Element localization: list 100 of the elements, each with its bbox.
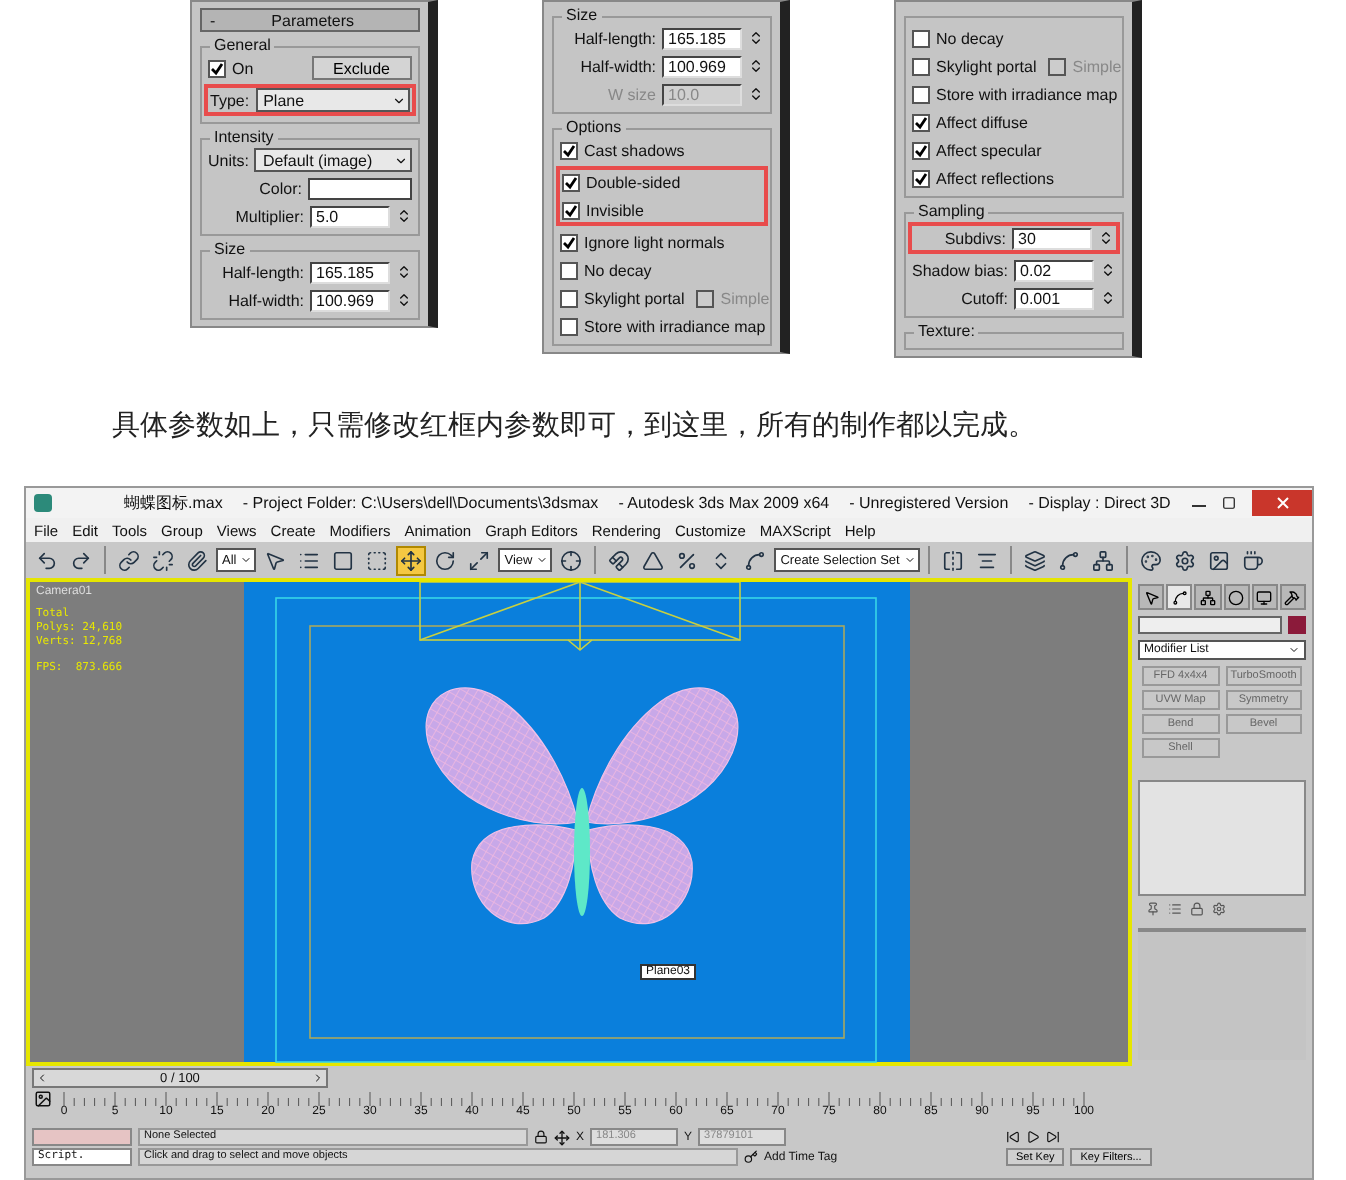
checkbox-label: Store with irradiance map: [584, 317, 766, 335]
spinner-icon[interactable]: [748, 30, 764, 46]
field-label: Shadow bias:: [912, 261, 1009, 279]
pin-icon[interactable]: [1146, 902, 1160, 916]
checkbox[interactable]: [912, 85, 930, 103]
checkbox-label: Affect reflections: [936, 169, 1054, 187]
group-title: Size: [210, 240, 250, 258]
dropdown[interactable]: Default (image): [254, 148, 412, 172]
restore-icon[interactable]: [1222, 496, 1236, 510]
crosshair-icon[interactable]: [556, 545, 587, 575]
checkbox[interactable]: [560, 261, 578, 279]
spinner-icon[interactable]: [748, 58, 764, 74]
field-label: Type:: [210, 91, 250, 109]
caret-icon: [392, 93, 406, 107]
lock-icon[interactable]: [534, 1130, 548, 1144]
skip-back-icon[interactable]: [1006, 1130, 1020, 1144]
spinner-icon[interactable]: [396, 292, 412, 308]
checkbox[interactable]: [912, 29, 930, 47]
exclude-button[interactable]: Exclude: [311, 56, 412, 80]
spinner-icon[interactable]: [1100, 262, 1116, 278]
move-icon[interactable]: [396, 545, 427, 575]
paperclip-icon[interactable]: [182, 545, 212, 575]
dropdown[interactable]: Plane: [255, 88, 410, 112]
layers-icon[interactable]: [1019, 545, 1050, 575]
checkbox[interactable]: [912, 113, 930, 131]
group-title: Size: [562, 6, 602, 24]
field-label: Half-width:: [580, 57, 656, 75]
number-field[interactable]: 5.0: [310, 205, 390, 227]
field-label: Cutoff:: [961, 289, 1008, 307]
caret-icon: [240, 554, 253, 566]
number-field[interactable]: 30: [1012, 227, 1092, 249]
field-label: Units:: [208, 151, 249, 169]
window-title: - Autodesk 3ds Max 2009 x64: [618, 494, 830, 512]
checkbox[interactable]: [560, 289, 578, 307]
cursor-icon[interactable]: [1138, 584, 1165, 610]
checkbox-label: Cast shadows: [584, 141, 685, 159]
circle-icon[interactable]: [1223, 584, 1250, 610]
group-title: Options: [562, 118, 626, 136]
group-title: Sampling: [914, 202, 989, 220]
field-label: Multiplier:: [235, 207, 304, 225]
curve-icon[interactable]: [1166, 584, 1193, 610]
checkbox[interactable]: [560, 317, 578, 335]
field-label: Half-width:: [228, 291, 304, 309]
number-field[interactable]: 165.185: [662, 27, 742, 49]
number-field[interactable]: 165.185: [310, 261, 390, 283]
rollout-header[interactable]: - Parameters: [200, 8, 420, 32]
number-field[interactable]: 0.02: [1014, 259, 1094, 281]
checkbox[interactable]: [912, 57, 930, 75]
close-button[interactable]: [1252, 490, 1312, 516]
checkbox[interactable]: [912, 141, 930, 159]
caret-icon: [536, 554, 549, 566]
link-icon[interactable]: [114, 545, 144, 575]
window-title: 蝴蝶图标.max: [124, 492, 223, 514]
settings-icon[interactable]: [1212, 902, 1226, 916]
group-title: Intensity: [210, 128, 278, 146]
checkbox-label: No decay: [584, 261, 652, 279]
checkbox-label: Affect specular: [936, 141, 1042, 159]
checkbox[interactable]: [560, 233, 578, 251]
window-title: - Unregistered Version: [849, 494, 1009, 512]
checkbox[interactable]: [1048, 57, 1067, 75]
spinner-icon[interactable]: [396, 208, 412, 224]
checkbox[interactable]: [562, 201, 580, 219]
close-icon: [1275, 496, 1289, 510]
checkbox-label: Skylight portal: [936, 57, 1037, 75]
checkbox[interactable]: [560, 141, 578, 159]
spinner-icon[interactable]: [1098, 230, 1114, 246]
field-label: Half-length:: [222, 263, 304, 281]
caret-icon: [1288, 644, 1300, 656]
color-swatch[interactable]: [308, 177, 412, 199]
name-field[interactable]: [1138, 616, 1282, 634]
magnet-icon[interactable]: [604, 545, 635, 575]
network-icon[interactable]: [1087, 545, 1118, 575]
spinner-icon[interactable]: [1100, 290, 1116, 306]
network-icon[interactable]: [1194, 584, 1222, 610]
image-icon[interactable]: [34, 1090, 52, 1108]
spinner-icon[interactable]: [396, 264, 412, 280]
checkbox[interactable]: [696, 289, 715, 307]
key-icon[interactable]: [744, 1150, 758, 1164]
app-icon: [34, 494, 52, 512]
checkbox[interactable]: [208, 59, 226, 77]
caption-text: 具体参数如上，只需修改红框内参数即可，到这里，所有的制作都以完成。: [110, 407, 1038, 445]
number-field[interactable]: 0.001: [1014, 287, 1094, 309]
skip-forward-icon[interactable]: [1046, 1130, 1060, 1144]
hammer-icon[interactable]: [1279, 584, 1307, 610]
number-field[interactable]: 100.969: [662, 55, 742, 77]
checkbox[interactable]: [912, 169, 930, 187]
number-field[interactable]: 100.969: [310, 289, 390, 311]
move-icon[interactable]: [554, 1129, 570, 1145]
play-icon[interactable]: [1026, 1130, 1040, 1144]
field-label: W size: [608, 85, 656, 103]
checkbox[interactable]: [562, 173, 580, 191]
checkbox-label: No decay: [936, 29, 1004, 47]
checkbox-label: Double-sided: [586, 173, 681, 191]
modifier-stack[interactable]: [1138, 780, 1306, 896]
monitor-icon[interactable]: [1251, 584, 1278, 610]
palette-icon[interactable]: [1135, 545, 1166, 575]
color-swatch[interactable]: [1288, 616, 1306, 634]
unlink-icon[interactable]: [148, 545, 178, 575]
checkbox-label: Skylight portal: [584, 289, 685, 307]
listener-field[interactable]: [32, 1128, 132, 1146]
